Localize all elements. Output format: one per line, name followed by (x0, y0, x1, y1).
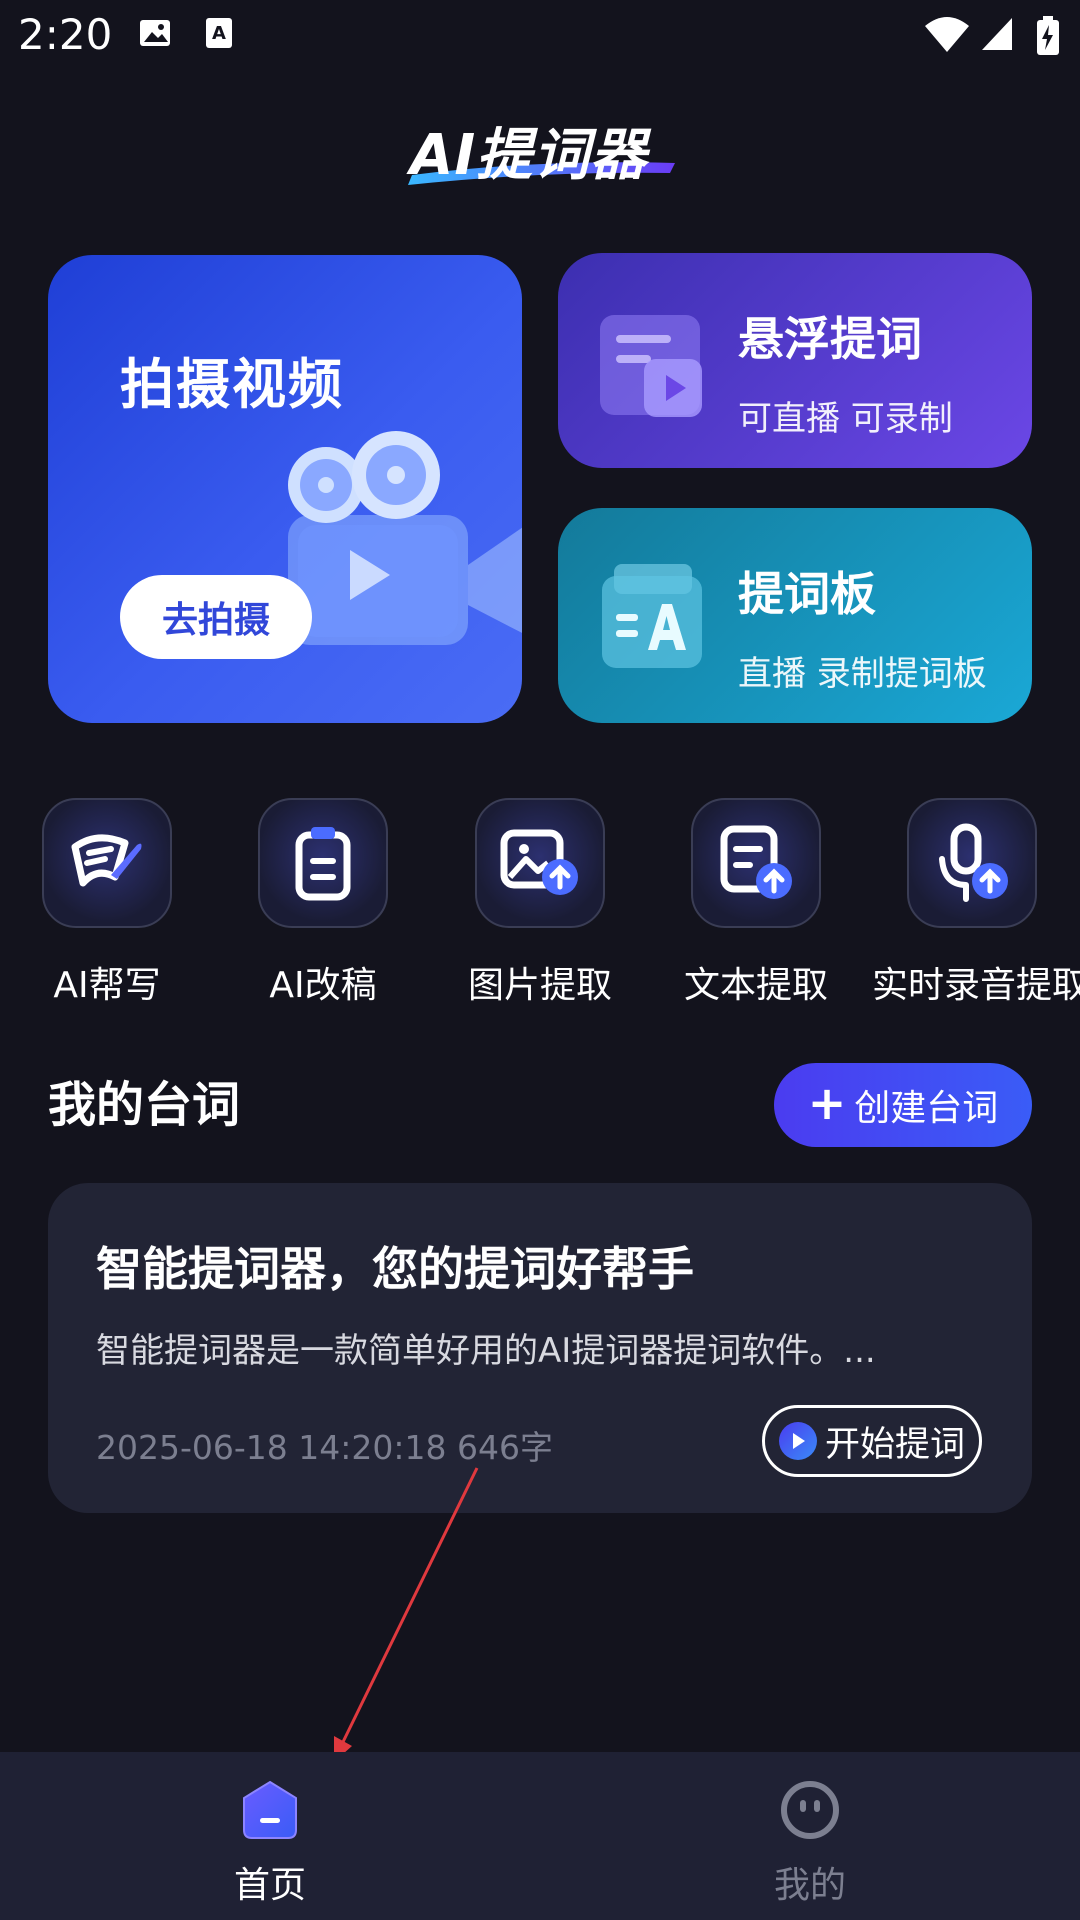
floating-prompter-title: 悬浮提词 (738, 312, 922, 366)
wifi-icon (924, 16, 970, 58)
image-upload-icon (475, 798, 605, 928)
document-upload-icon (691, 798, 821, 928)
prompt-board-title: 提词板 (738, 567, 876, 621)
play-icon (778, 1422, 817, 1460)
tool-ai-write-label: AI帮写 (53, 965, 161, 1006)
floating-prompter-subtitle: 可直播 可录制 (738, 399, 953, 439)
pen-paper-icon (42, 798, 172, 928)
battery-icon (1036, 16, 1060, 60)
status-time: 2:20 (18, 10, 113, 59)
tool-ai-revise-label: AI改稿 (269, 965, 377, 1006)
tool-ai-revise[interactable]: AI改稿 (223, 798, 423, 1008)
status-bar: 2:20 A (0, 0, 1080, 72)
svg-text:A: A (212, 23, 226, 44)
clipboard-icon (258, 798, 388, 928)
home-icon (243, 1780, 297, 1839)
start-prompting-button[interactable]: 开始提词 (762, 1405, 982, 1477)
floating-window-icon (600, 315, 702, 417)
tool-text-extract-label: 文本提取 (683, 965, 828, 1006)
nav-home[interactable]: 首页 (0, 1752, 540, 1920)
logo-text: AI提词器 (410, 123, 648, 188)
script-meta: 2025-06-18 14:20:18 646字 (96, 1428, 553, 1467)
profile-icon (781, 1781, 839, 1839)
image-icon (138, 16, 172, 54)
tool-recording-extract-label: 实时录音提取 (872, 965, 1080, 1006)
create-script-button[interactable]: + 创建台词 (774, 1063, 1032, 1147)
tool-text-extract[interactable]: 文本提取 (656, 798, 856, 1008)
create-script-label: 创建台词 (854, 1088, 999, 1129)
tool-ai-write[interactable]: AI帮写 (7, 798, 207, 1008)
tool-image-extract[interactable]: 图片提取 (440, 798, 640, 1008)
section-title: 我的台词 (48, 1077, 241, 1133)
script-title: 智能提词器，您的提词好帮手 (96, 1242, 694, 1296)
prompt-board-card[interactable]: 提词板 直播 录制提词板 (558, 508, 1032, 723)
nav-profile[interactable]: 我的 (540, 1752, 1080, 1920)
script-description: 智能提词器是一款简单好用的AI提词器提词软件。... (96, 1331, 876, 1371)
tool-image-extract-label: 图片提取 (467, 965, 612, 1006)
bottom-nav: 首页 我的 (0, 1752, 1080, 1920)
text-icon: A (204, 16, 234, 54)
nav-profile-label: 我的 (773, 1865, 846, 1906)
shoot-video-title: 拍摄视频 (120, 353, 344, 416)
start-prompting-label: 开始提词 (824, 1424, 965, 1465)
app-logo: AI提词器 (400, 105, 690, 195)
plus-icon: + (807, 1076, 847, 1130)
prompt-board-icon (602, 564, 702, 668)
signal-icon (980, 16, 1014, 56)
script-card[interactable]: 智能提词器，您的提词好帮手 智能提词器是一款简单好用的AI提词器提词软件。...… (48, 1183, 1032, 1513)
microphone-upload-icon (907, 798, 1037, 928)
prompt-board-subtitle: 直播 录制提词板 (738, 654, 987, 694)
floating-prompter-card[interactable]: 悬浮提词 可直播 可录制 (558, 253, 1032, 468)
go-shoot-button[interactable]: 去拍摄 (120, 575, 312, 659)
nav-home-label: 首页 (233, 1865, 306, 1906)
tool-recording-extract[interactable]: 实时录音提取 (872, 798, 1080, 1008)
shoot-video-card[interactable]: 拍摄视频 去拍摄 (48, 255, 522, 723)
